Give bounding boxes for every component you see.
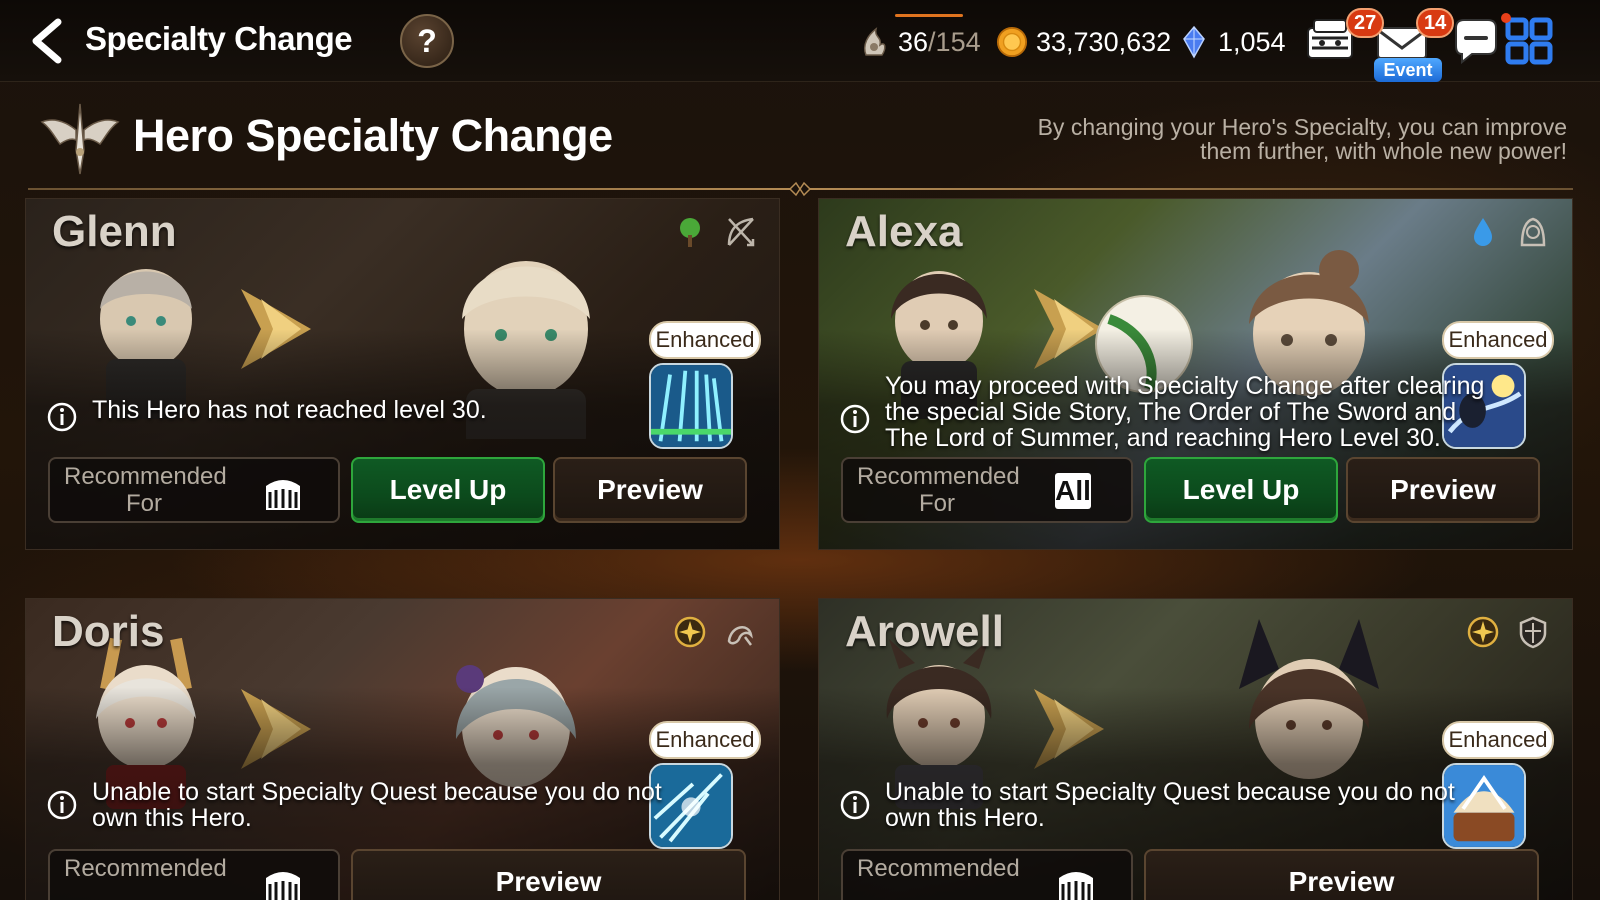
stamina-max: /154	[928, 26, 981, 57]
crystal-amount: 1,054	[1218, 26, 1286, 57]
arena-icon	[1059, 872, 1093, 900]
event-tag[interactable]: Event	[1374, 58, 1442, 82]
gold-amount: 33,730,632	[1036, 26, 1172, 57]
hero-name: Glenn	[52, 207, 177, 256]
status-message: You may proceed with Specialty Change af…	[839, 373, 1484, 451]
level-up-button[interactable]: Level Up	[1144, 457, 1338, 523]
preview-button[interactable]: Preview	[553, 457, 747, 523]
status-message: Unable to start Specialty Quest because …	[46, 779, 662, 831]
thief-class-icon	[1520, 217, 1546, 247]
earth-element-icon	[680, 218, 700, 247]
status-message-text: You may proceed with Specialty Change af…	[885, 372, 1485, 452]
crystal-display[interactable]: 1,054	[1178, 22, 1286, 62]
preview-button[interactable]: Preview	[1346, 457, 1540, 523]
hero-name: Alexa	[845, 207, 963, 256]
level-up-button[interactable]: Level Up	[351, 457, 545, 523]
recommended-label: Recommended	[857, 855, 1020, 882]
hero-attributes	[1466, 215, 1550, 249]
hero-card-arowell: Arowell Enhanced Unable to start Special…	[818, 598, 1573, 900]
recommended-label: Recommended For	[857, 463, 1020, 517]
hero-name: Arowell	[845, 607, 1004, 656]
stamina-progress	[895, 14, 963, 17]
enhanced-label: Enhanced	[649, 721, 761, 759]
arena-icon	[266, 480, 300, 510]
enhanced-label: Enhanced	[1442, 321, 1554, 359]
recommended-for-box[interactable]: Recommended For All	[841, 457, 1133, 523]
hero-attributes	[1466, 615, 1550, 649]
mail-badge: 27	[1346, 8, 1385, 38]
info-icon	[47, 790, 77, 820]
stamina-icon	[864, 27, 886, 56]
enhanced-label: Enhanced	[649, 321, 761, 359]
recommended-label: Recommended For	[64, 463, 227, 517]
recommended-for-box[interactable]: Recommended	[48, 849, 340, 900]
hero-card-glenn: Glenn Enhanced This Hero has not reached…	[25, 198, 780, 550]
chat-badge: 14	[1416, 8, 1455, 38]
light-element-icon	[674, 616, 706, 648]
hero-card-alexa: Alexa Enhanced You may proceed with Spec…	[818, 198, 1573, 550]
enhanced-skill[interactable]: Enhanced	[649, 321, 761, 454]
status-message-text: Unable to start Specialty Quest because …	[885, 778, 1455, 832]
screen-title: Specialty Change	[85, 20, 353, 57]
soul-weaver-class-icon	[727, 626, 753, 646]
help-button[interactable]: ?	[400, 14, 454, 68]
hero-name: Doris	[52, 607, 165, 656]
chat-icon[interactable]	[1446, 10, 1506, 70]
arena-icon	[266, 872, 300, 900]
status-message: Unable to start Specialty Quest because …	[839, 779, 1455, 831]
ice-element-icon	[1474, 218, 1492, 246]
menu-grid-icon[interactable]	[1500, 10, 1560, 70]
info-icon	[840, 404, 870, 434]
hero-attributes	[673, 215, 757, 249]
gold-coin-icon	[996, 26, 1028, 58]
recommended-label: Recommended	[64, 855, 227, 882]
info-icon	[47, 402, 77, 432]
preview-button[interactable]: Preview	[1144, 849, 1539, 900]
page-title: Hero Specialty Change	[133, 110, 613, 161]
divider-ornament-icon	[788, 181, 812, 197]
light-element-icon	[1467, 616, 1499, 648]
crystal-icon	[1183, 25, 1205, 59]
gold-display[interactable]: 33,730,632	[996, 22, 1171, 62]
info-icon	[840, 790, 870, 820]
top-bar: Specialty Change ? 36/154 33,730,632 1,0…	[0, 0, 1600, 82]
back-arrow-icon[interactable]	[24, 16, 68, 66]
recommended-for-box[interactable]: Recommended For	[48, 457, 340, 523]
stamina-current: 36	[898, 26, 929, 57]
recommended-all-tag: All	[1055, 473, 1091, 509]
enhanced-skill[interactable]: Enhanced	[1442, 721, 1554, 854]
stamina-display[interactable]: 36/154	[858, 22, 981, 62]
winged-sword-emblem-icon	[40, 103, 120, 175]
enhanced-skill-icon	[649, 363, 733, 449]
preview-button[interactable]: Preview	[351, 849, 746, 900]
status-message: This Hero has not reached level 30.	[46, 397, 487, 433]
hero-card-doris: Doris Enhanced Unable to start Specialty…	[25, 598, 780, 900]
hero-attributes	[673, 615, 757, 649]
enhanced-skill[interactable]: Enhanced	[649, 721, 761, 854]
page-description: By changing your Hero's Specialty, you c…	[1037, 114, 1567, 164]
ranger-class-icon	[727, 217, 755, 247]
status-message-text: Unable to start Specialty Quest because …	[92, 778, 662, 832]
status-message-text: This Hero has not reached level 30.	[92, 396, 487, 424]
recommended-for-box[interactable]: Recommended	[841, 849, 1133, 900]
knight-class-icon	[1519, 616, 1547, 649]
enhanced-label: Enhanced	[1442, 721, 1554, 759]
